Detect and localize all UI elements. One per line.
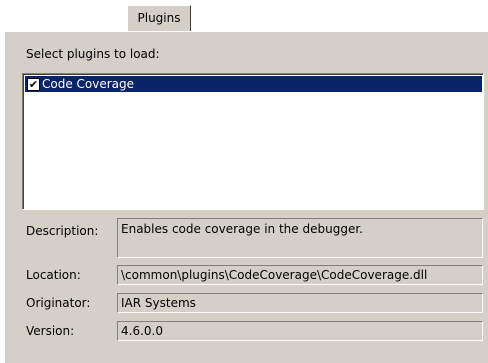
description-label: Description: — [26, 224, 99, 238]
checkbox-checked-icon[interactable]: ✔ — [27, 77, 40, 91]
location-field: \common\plugins\CodeCoverage\CodeCoverag… — [117, 265, 483, 285]
plugins-listbox[interactable]: ✔ Code Coverage — [22, 73, 484, 210]
list-item-label: Code Coverage — [42, 77, 135, 91]
location-label: Location: — [26, 268, 81, 282]
version-field: 4.6.0.0 — [117, 321, 483, 341]
originator-label: Originator: — [26, 296, 91, 310]
description-field: Enables code coverage in the debugger. — [117, 218, 483, 258]
tab-plugins-label: Plugins — [137, 11, 181, 25]
version-label: Version: — [26, 324, 75, 338]
tab-plugins[interactable]: Plugins — [127, 5, 191, 33]
originator-field: IAR Systems — [117, 293, 483, 313]
list-item-code-coverage[interactable]: ✔ Code Coverage — [25, 76, 482, 92]
plugins-heading: Select plugins to load: — [26, 47, 160, 61]
